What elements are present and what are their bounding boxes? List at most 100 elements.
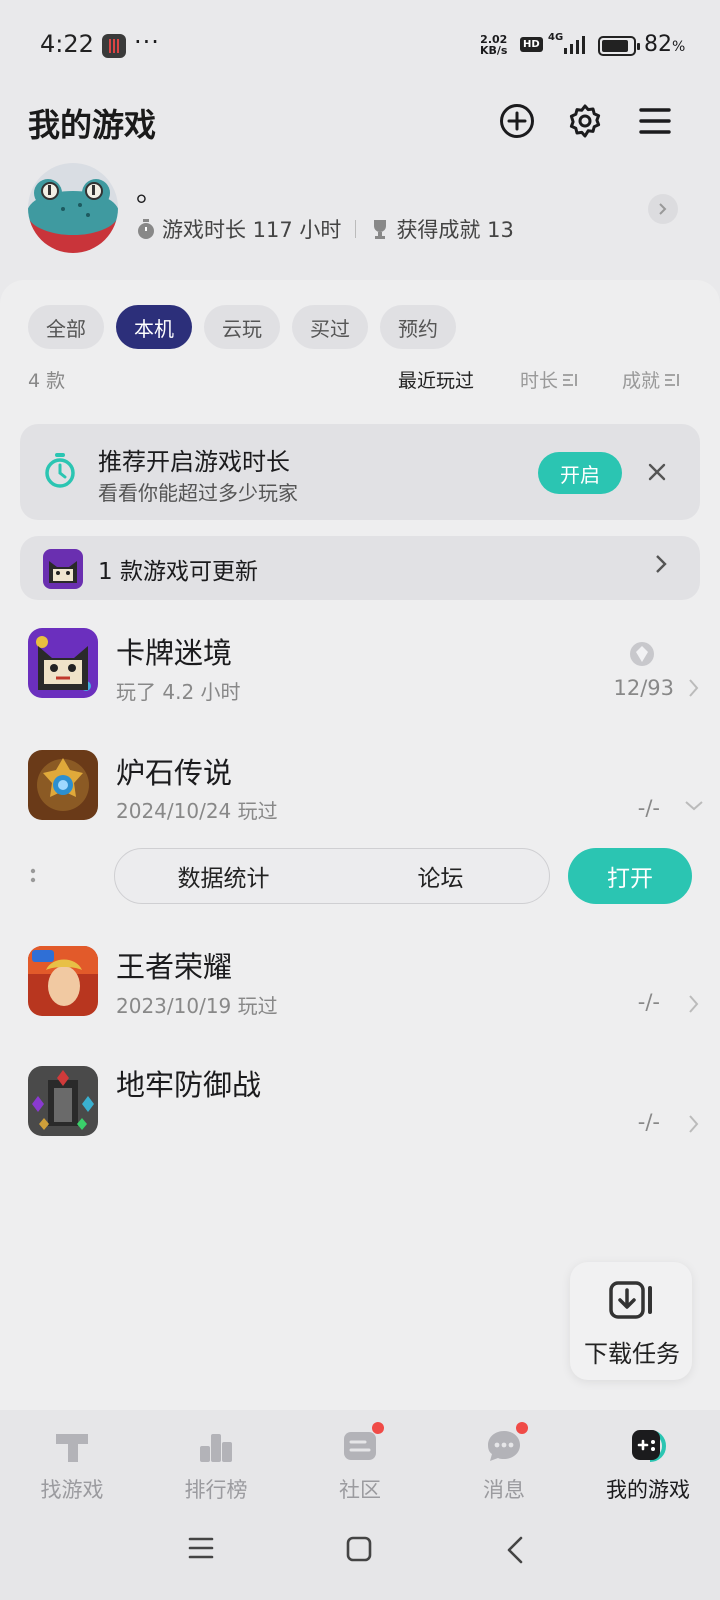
nav-label: 社区 bbox=[339, 1478, 381, 1502]
game-achievement: -/- bbox=[637, 1110, 660, 1134]
sort-recent-label: 最近玩过 bbox=[398, 370, 475, 392]
sort-duration[interactable]: 时长 bbox=[520, 366, 578, 393]
status-bar: 4:22 ··· 2.02 KB/s HD 4G 82% bbox=[0, 0, 720, 92]
chevron-right-icon[interactable] bbox=[688, 1114, 700, 1134]
dungeon-defense-icon bbox=[28, 1066, 98, 1136]
tab-local[interactable]: 本机 bbox=[116, 305, 192, 349]
plus-circle-icon bbox=[500, 104, 534, 138]
profile-stats[interactable]: 游戏时长 117 小时 获得成就 13 bbox=[136, 214, 514, 244]
game-name[interactable]: 王者荣耀 bbox=[116, 944, 232, 986]
honor-of-kings-icon bbox=[28, 946, 98, 1016]
hamburger-icon bbox=[639, 108, 671, 134]
battery-percent-value: 82 bbox=[644, 32, 672, 57]
sort-achievement-label: 成就 bbox=[622, 370, 661, 392]
menu-button[interactable] bbox=[636, 102, 674, 140]
community-icon bbox=[340, 1422, 384, 1466]
battery-percent-unit: % bbox=[672, 39, 686, 55]
battery-icon bbox=[598, 36, 640, 56]
page-title: 我的游戏 bbox=[28, 106, 157, 144]
nav-label: 我的游戏 bbox=[606, 1478, 690, 1502]
tab-all[interactable]: 全部 bbox=[28, 305, 104, 349]
avatar[interactable] bbox=[28, 163, 118, 253]
game-name[interactable]: 地牢防御战 bbox=[116, 1062, 261, 1104]
game-icon-card-realm[interactable] bbox=[28, 628, 98, 698]
enable-playtime-button[interactable]: 开启 bbox=[538, 452, 622, 494]
battery-percent: 82% bbox=[644, 32, 685, 57]
game-achievement: -/- bbox=[637, 990, 660, 1014]
stopwatch-icon bbox=[138, 219, 154, 239]
nav-find-games[interactable]: 找游戏 bbox=[0, 1420, 144, 1512]
update-text: 1 款游戏可更新 bbox=[98, 559, 258, 585]
cat-game-icon bbox=[43, 549, 83, 589]
more-notifications-icon: ··· bbox=[134, 28, 160, 56]
sort-icon bbox=[665, 373, 679, 386]
home-icon[interactable] bbox=[346, 1536, 372, 1562]
hearthstone-icon bbox=[28, 750, 98, 820]
nav-label: 消息 bbox=[483, 1478, 525, 1502]
drag-handle-icon[interactable] bbox=[30, 866, 36, 886]
game-achievement: 12/93 bbox=[613, 676, 674, 700]
sort-recent[interactable]: 最近玩过 bbox=[398, 366, 474, 393]
recommend-subtitle: 看看你能超过多少玩家 bbox=[98, 481, 298, 505]
game-name[interactable]: 卡牌迷境 bbox=[116, 630, 232, 672]
stats-button[interactable]: 数据统计 bbox=[115, 859, 332, 893]
chevron-right-icon[interactable] bbox=[688, 994, 700, 1014]
notification-dot bbox=[372, 1422, 384, 1434]
chevron-down-icon[interactable] bbox=[684, 800, 704, 812]
nav-label: 排行榜 bbox=[184, 1478, 248, 1502]
game-icon-dungeon-defense[interactable] bbox=[28, 1066, 98, 1136]
tab-reserved[interactable]: 预约 bbox=[380, 305, 456, 349]
achievement-gem-icon bbox=[630, 642, 654, 666]
timer-icon bbox=[45, 453, 75, 488]
divider bbox=[355, 220, 357, 238]
nav-messages[interactable]: 消息 bbox=[432, 1420, 576, 1512]
game-last-played: 2023/10/19 玩过 bbox=[116, 994, 278, 1018]
chat-bubble-icon bbox=[484, 1422, 528, 1466]
filter-tabs: 全部 本机 云玩 买过 预约 bbox=[28, 305, 456, 349]
open-game-button[interactable]: 打开 bbox=[568, 848, 692, 904]
game-icon-honor-of-kings[interactable] bbox=[28, 946, 98, 1016]
gear-icon bbox=[569, 104, 601, 138]
nickname: 。 bbox=[136, 175, 165, 208]
podium-icon bbox=[200, 1434, 232, 1462]
tab-cloud[interactable]: 云玩 bbox=[204, 305, 280, 349]
add-game-button[interactable] bbox=[498, 102, 536, 140]
close-icon bbox=[648, 463, 666, 481]
card-game-thumbnail bbox=[43, 549, 83, 589]
hd-icon: HD bbox=[520, 37, 543, 52]
back-icon[interactable] bbox=[506, 1536, 524, 1564]
network-speed: 2.02 KB/s bbox=[480, 34, 507, 56]
sort-duration-label: 时长 bbox=[520, 370, 559, 392]
dismiss-button[interactable] bbox=[648, 458, 666, 488]
game-last-played: 2024/10/24 玩过 bbox=[116, 799, 278, 823]
settings-button[interactable] bbox=[566, 102, 604, 140]
forum-button[interactable]: 论坛 bbox=[332, 859, 549, 893]
nav-rankings[interactable]: 排行榜 bbox=[144, 1420, 288, 1512]
tab-purchased[interactable]: 买过 bbox=[292, 305, 368, 349]
recent-apps-icon[interactable] bbox=[188, 1536, 214, 1560]
playtime-text: 游戏时长 117 小时 bbox=[162, 218, 342, 242]
download-tasks-label: 下载任务 bbox=[584, 1340, 680, 1368]
status-time: 4:22 bbox=[40, 30, 94, 58]
game-achievement: -/- bbox=[637, 796, 660, 820]
chevron-right-icon[interactable] bbox=[688, 678, 700, 698]
game-count: 4 款 bbox=[28, 370, 66, 392]
nav-my-games[interactable]: 我的游戏 bbox=[576, 1420, 720, 1512]
game-name[interactable]: 炉石传说 bbox=[116, 750, 232, 792]
download-icon bbox=[609, 1281, 652, 1319]
nav-label: 找游戏 bbox=[40, 1478, 104, 1502]
nav-community[interactable]: 社区 bbox=[288, 1420, 432, 1512]
gamepad-icon bbox=[632, 1430, 667, 1462]
chevron-right-icon bbox=[656, 555, 667, 573]
cat-game-icon bbox=[28, 628, 98, 698]
game-actions-bar: 数据统计 论坛 bbox=[114, 848, 550, 904]
signal-icon bbox=[564, 36, 585, 54]
notification-dot bbox=[516, 1422, 528, 1434]
profile-detail-button[interactable] bbox=[648, 194, 678, 224]
game-icon-hearthstone[interactable] bbox=[28, 750, 98, 820]
achievements-text: 获得成就 13 bbox=[396, 218, 514, 242]
sort-achievement[interactable]: 成就 bbox=[622, 366, 680, 393]
chevron-right-icon bbox=[659, 203, 667, 215]
t-shape-icon bbox=[56, 1434, 88, 1462]
trophy-icon bbox=[374, 220, 387, 239]
